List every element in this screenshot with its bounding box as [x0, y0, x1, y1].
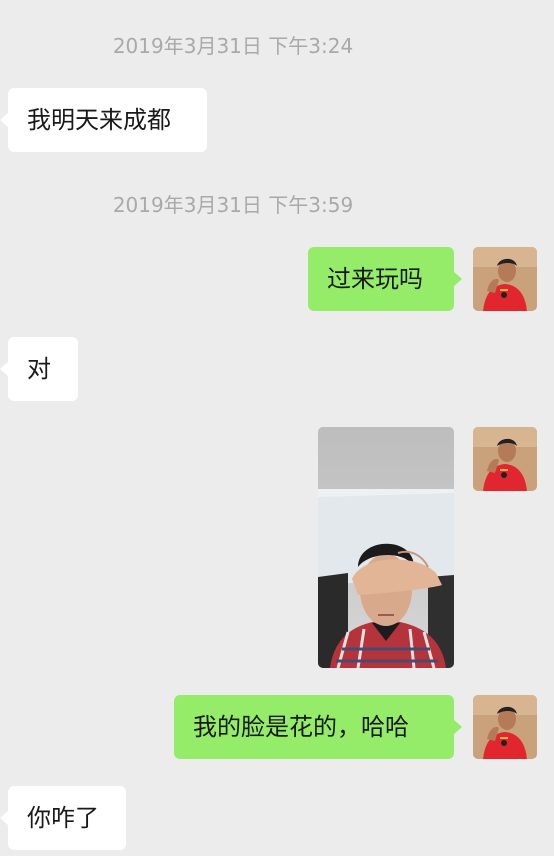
incoming-message-bubble[interactable]: 我明天来成都: [0, 88, 207, 152]
user-avatar-icon[interactable]: [473, 247, 537, 311]
message-timestamp: 2019年3月31日 下午3:24: [112, 34, 354, 58]
incoming-message-bubble[interactable]: 你咋了: [0, 786, 126, 850]
incoming-message-bubble[interactable]: 对: [0, 337, 78, 401]
message-timestamp: 2019年3月31日 下午3:59: [112, 193, 354, 217]
outgoing-message-bubble[interactable]: 过来玩吗: [308, 247, 462, 311]
user-avatar-icon[interactable]: [473, 695, 537, 759]
outgoing-message-bubble[interactable]: 我的脸是花的，哈哈: [174, 695, 462, 759]
shared-photo[interactable]: [318, 427, 454, 668]
user-avatar-icon[interactable]: [473, 427, 537, 491]
